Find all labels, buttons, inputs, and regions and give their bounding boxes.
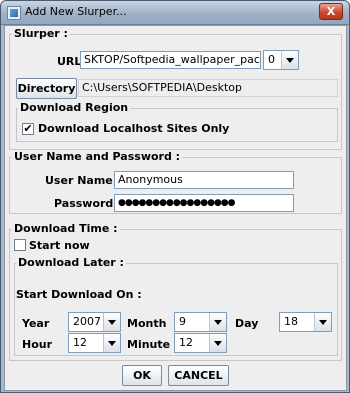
window-title: Add New Slurper...: [25, 5, 127, 18]
chevron-down-icon[interactable]: [314, 313, 331, 331]
username-label: User Name:: [45, 174, 118, 187]
download-later-label: Download Later :: [16, 256, 126, 269]
credentials-group-label: User Name and Password :: [12, 150, 183, 163]
close-button[interactable]: X: [319, 3, 343, 20]
directory-field: C:\Users\SOFTPEDIA\Desktop: [78, 79, 338, 97]
minute-select[interactable]: 12: [174, 333, 227, 353]
download-region-label: Download Region: [18, 101, 131, 114]
chevron-down-icon[interactable]: [103, 334, 120, 352]
url-field[interactable]: SKTOP/Softpedia_wallpaper_pack_1.rar: [80, 51, 261, 69]
slurper-group-label: Slurper :: [12, 27, 70, 40]
dialog-body: Slurper : URL: SKTOP/Softpedia_wallpaper…: [4, 25, 347, 391]
hour-value: 12: [73, 336, 87, 349]
year-select[interactable]: 2007: [68, 312, 121, 332]
hour-select[interactable]: 12: [68, 333, 121, 353]
month-value: 9: [179, 315, 186, 328]
day-label: Day: [235, 317, 259, 330]
start-now-label: Start now: [29, 239, 90, 252]
localhost-checkbox[interactable]: ✔: [22, 123, 34, 135]
hour-label: Hour: [22, 338, 53, 351]
ok-button[interactable]: OK: [122, 365, 162, 386]
directory-button[interactable]: Directory: [16, 78, 77, 99]
month-select[interactable]: 9: [174, 312, 227, 332]
password-field[interactable]: ●●●●●●●●●●●●●●●●●: [114, 194, 294, 212]
url-option-value: 0: [268, 53, 275, 66]
day-value: 18: [284, 315, 298, 328]
add-slurper-window: Add New Slurper... X Slurper : URL: SKTO…: [0, 0, 350, 393]
chevron-down-icon[interactable]: [209, 334, 226, 352]
localhost-checkbox-label: Download Localhost Sites Only: [38, 122, 230, 135]
chevron-down-icon[interactable]: [209, 313, 226, 331]
url-option-select[interactable]: 0: [263, 50, 299, 70]
year-value: 2007: [73, 315, 101, 328]
chevron-down-icon[interactable]: [281, 51, 298, 69]
password-label: Password:: [54, 197, 118, 210]
month-label: Month: [127, 317, 167, 330]
title-bar[interactable]: Add New Slurper... X: [1, 1, 349, 25]
cancel-button[interactable]: CANCEL: [168, 365, 229, 386]
username-field[interactable]: Anonymous: [114, 171, 294, 189]
minute-value: 12: [179, 336, 193, 349]
download-time-group-label: Download Time :: [12, 222, 120, 235]
year-label: Year: [22, 317, 50, 330]
start-download-on-label: Start Download On :: [16, 288, 142, 301]
minute-label: Minute: [127, 338, 171, 351]
chevron-down-icon[interactable]: [103, 313, 120, 331]
start-now-checkbox[interactable]: [14, 239, 26, 251]
day-select[interactable]: 18: [279, 312, 332, 332]
app-icon: [7, 6, 21, 20]
